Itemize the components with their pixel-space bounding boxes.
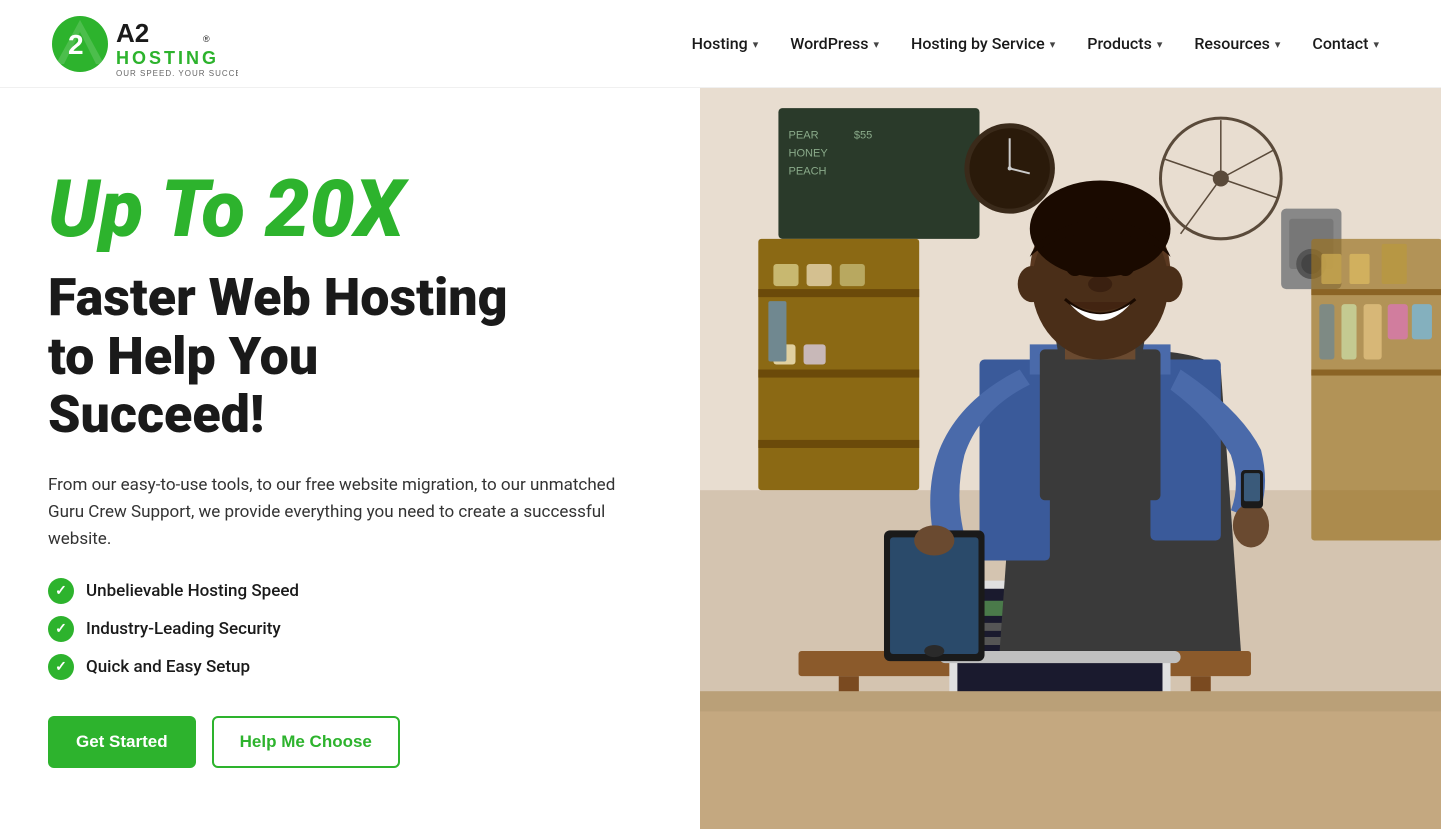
- chevron-down-icon: ▾: [873, 38, 879, 51]
- get-started-button[interactable]: Get Started: [48, 716, 196, 768]
- chevron-down-icon: ▾: [1050, 38, 1056, 51]
- svg-text:A2: A2: [116, 18, 149, 48]
- chevron-down-icon: ▾: [1157, 38, 1163, 51]
- nav-item-resources[interactable]: Resources ▾: [1180, 26, 1294, 61]
- hero-content: Up To 20X Faster Web Hosting to Help You…: [0, 88, 700, 829]
- check-icon: [48, 616, 74, 642]
- hero-heading: Faster Web Hosting to Help You Succeed!: [48, 269, 652, 444]
- svg-text:HOSTING: HOSTING: [116, 48, 219, 68]
- help-me-choose-button[interactable]: Help Me Choose: [212, 716, 400, 768]
- svg-text:PEAR: PEAR: [788, 129, 818, 141]
- svg-text:HONEY: HONEY: [788, 147, 828, 159]
- check-icon: [48, 578, 74, 604]
- nav-item-hosting-by-service[interactable]: Hosting by Service ▾: [897, 26, 1069, 61]
- chevron-down-icon: ▾: [1275, 38, 1281, 51]
- list-item: Unbelievable Hosting Speed: [48, 578, 652, 604]
- list-item: Industry-Leading Security: [48, 616, 652, 642]
- svg-text:OUR SPEED, YOUR SUCCESS: OUR SPEED, YOUR SUCCESS: [116, 69, 238, 76]
- nav-item-contact[interactable]: Contact ▾: [1298, 26, 1393, 61]
- svg-text:®: ®: [203, 34, 210, 44]
- svg-text:PEACH: PEACH: [788, 165, 826, 177]
- nav-menu: Hosting ▾ WordPress ▾ Hosting by Service…: [678, 26, 1393, 61]
- nav-item-wordpress[interactable]: WordPress ▾: [776, 26, 893, 61]
- chevron-down-icon: ▾: [753, 38, 759, 51]
- feature-list: Unbelievable Hosting Speed Industry-Lead…: [48, 578, 652, 680]
- navbar: 2 A2 HOSTING ® OUR SPEED, YOUR SUCCESS H…: [0, 0, 1441, 88]
- list-item: Quick and Easy Setup: [48, 654, 652, 680]
- svg-text:$55: $55: [854, 129, 872, 141]
- chevron-down-icon: ▾: [1373, 38, 1379, 51]
- cta-buttons: Get Started Help Me Choose: [48, 716, 652, 768]
- hero-description: From our easy-to-use tools, to our free …: [48, 472, 652, 554]
- check-icon: [48, 654, 74, 680]
- logo[interactable]: 2 A2 HOSTING ® OUR SPEED, YOUR SUCCESS: [48, 12, 238, 76]
- nav-item-hosting[interactable]: Hosting ▾: [678, 26, 773, 61]
- hero-section: Up To 20X Faster Web Hosting to Help You…: [0, 88, 1441, 829]
- hero-image: PEAR HONEY PEACH $55: [700, 88, 1441, 829]
- hero-tagline: Up To 20X: [48, 169, 652, 249]
- nav-item-products[interactable]: Products ▾: [1073, 26, 1176, 61]
